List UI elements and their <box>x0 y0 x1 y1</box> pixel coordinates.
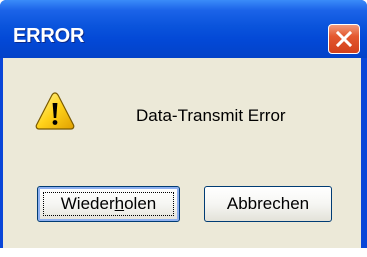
focus-rectangle <box>43 192 174 216</box>
title-bar[interactable]: ERROR <box>0 0 367 58</box>
warning-triangle-icon <box>35 92 75 130</box>
window-title: ERROR <box>13 25 85 47</box>
window-bottom-edge <box>0 248 367 257</box>
cancel-button-label: Abbrechen <box>226 194 310 213</box>
error-message: Data-Transmit Error <box>136 106 286 125</box>
close-button[interactable] <box>328 24 360 54</box>
error-dialog-window: ERROR Data-Transmit Error Wiederholen Ab… <box>0 0 367 257</box>
close-x-icon <box>335 30 353 48</box>
dialog-body: Data-Transmit Error Wiederholen Abbreche… <box>3 58 361 248</box>
retry-button[interactable]: Wiederholen <box>37 186 180 222</box>
cancel-button[interactable]: Abbrechen <box>204 186 332 222</box>
